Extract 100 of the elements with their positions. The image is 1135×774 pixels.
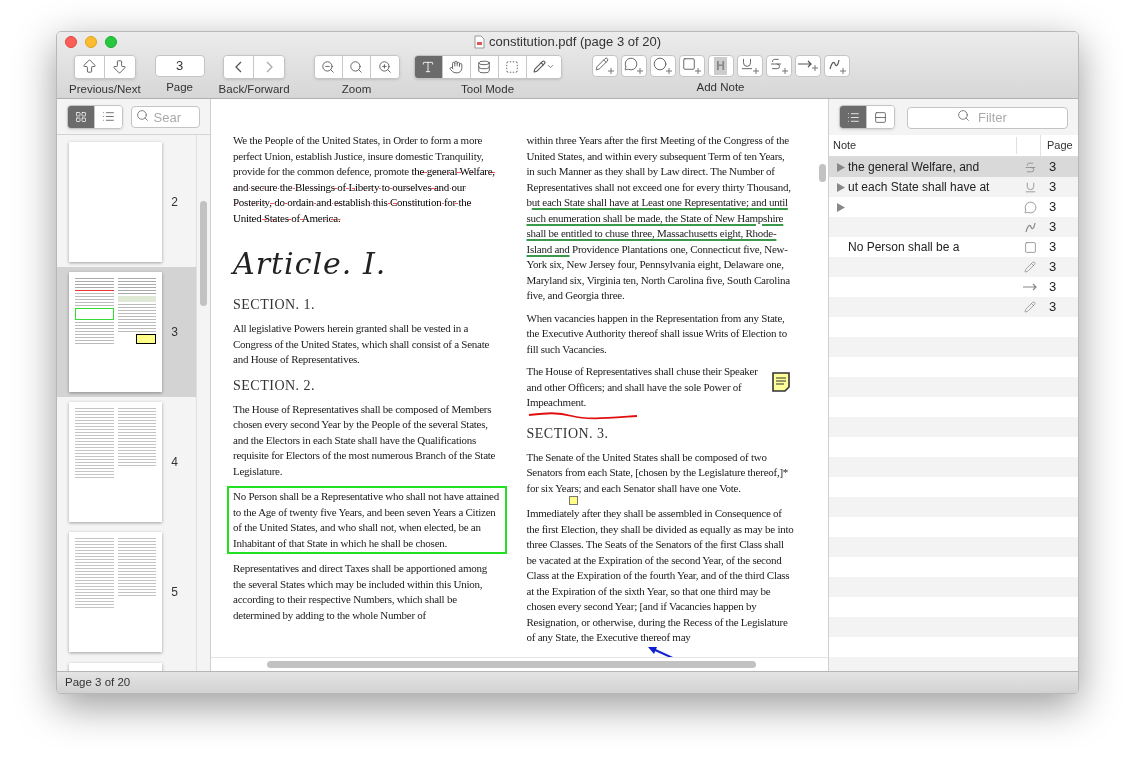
scrollbar-thumb[interactable] (267, 661, 756, 668)
list-icon (101, 110, 115, 123)
pdf-file-icon (474, 34, 485, 49)
column-header[interactable]: Note (829, 137, 1017, 154)
page-field[interactable]: 3 (154, 54, 205, 77)
strikethrough-icon (1023, 160, 1037, 174)
scrollbar-thumb[interactable] (819, 164, 826, 182)
filter-field[interactable]: Filter (907, 106, 1068, 129)
highlight-icon: H (714, 56, 727, 75)
squiggle-icon (827, 57, 846, 74)
paragraph: The House of Representatives shall chuse their Speaker and other Officers; and shall have the sole Power of Impeachment. (526, 364, 759, 410)
disclosure-triangle-icon[interactable] (837, 182, 845, 192)
pen-icon (595, 57, 615, 75)
rectangle-icon (682, 57, 702, 75)
add-note-button[interactable] (678, 54, 705, 77)
zoom-out-button[interactable] (314, 55, 343, 78)
page-thumbnail[interactable]: 4 (57, 397, 196, 527)
paragraph: We the People of the United States, in Order to form a more perfect Union, establish Justice, insure domestic Tranquility, provide for the common defence, promote the general Welfare, and secure the Blessings of Liberty to ourselves and our Posterity, do ordain and establish this Constitution for the United States of America. (233, 133, 496, 226)
squiggle-icon (1023, 220, 1037, 234)
list-view-button[interactable] (94, 105, 122, 128)
pencil-icon (1024, 301, 1036, 313)
outline-view-button[interactable] (840, 106, 867, 128)
page-number: 3 (1048, 278, 1057, 297)
forward-button[interactable] (254, 55, 285, 78)
group-label: Zoom (341, 81, 372, 97)
back-button[interactable] (224, 55, 255, 78)
window-title: constitution.pdf (page 3 of 20) (489, 33, 661, 52)
pencil-icon (1024, 261, 1036, 273)
grid-view-button[interactable] (68, 105, 95, 128)
page-number: 3 (1048, 198, 1057, 217)
add-note-button[interactable] (620, 54, 647, 77)
tool-mode-button[interactable] (526, 55, 561, 78)
paragraph: within three Years after the first Meeting of the Congress of the United States, and within every subsequent Term of ten Years, in such Manner as they shall by Law direct. The Number of Representatives shall not exceed one for every thirty Thousand, but each State shall have at Least one Representative; and until such enumeration shall be made, the State of New Hampshire shall be entitled to chuse three, Massachusetts eight, Rhode-Island and Providence Plantations one, Connecticut five, New-York six, New Jersey four, Pennsylvania eight, Delaware one, Maryland six, Virginia ten, North Carolina five, South Carolina five, and Georgia three. (526, 133, 792, 303)
page-number: 5 (171, 584, 178, 601)
page-thumbnail[interactable]: 3 (57, 267, 196, 397)
section-heading: SECTION. 1. (233, 296, 317, 314)
add-note-button[interactable] (591, 54, 618, 77)
previous-button[interactable] (74, 55, 105, 78)
zoom-fit-button[interactable] (342, 55, 371, 78)
note-row[interactable]: the general Welfare, and 3 (829, 157, 1078, 177)
group-label: Page (166, 79, 193, 95)
zoom-out-icon (321, 59, 336, 74)
page-number: 3 (171, 324, 178, 341)
group-label: Back/Forward (218, 81, 290, 97)
chevron-left-icon (235, 60, 243, 73)
page-number: 4 (171, 454, 178, 471)
section-heading: SECTION. 2. (233, 376, 317, 395)
paragraph: The House of Representatives shall be composed of Members chosen every second Year by the People of the several States, and the Electors in each State shall have the Qualifications requisite for Electors of the most numerous Branch of the State Legislature. (233, 401, 497, 479)
list-icon (846, 110, 860, 124)
disclosure-triangle-icon[interactable] (837, 162, 845, 172)
column-header[interactable]: Page (1041, 137, 1073, 154)
tool-mode-button[interactable] (442, 55, 471, 78)
add-note-button[interactable] (765, 54, 792, 77)
rows-view-button[interactable] (867, 106, 894, 128)
paragraph: Representatives and direct Taxes shall be apportioned among the several States which may be included within this Union, according to their respective Numbers, which shall be determined by adding to the whole Number of (233, 561, 488, 623)
page-number: 3 (1048, 258, 1057, 277)
page-number: 3 (1048, 218, 1057, 237)
paragraph: The Senate of the United States shall be composed of two Senators from each State, [chosen by the Legislature thereof,]* for six Years; and each Senator shall have one Vote. (526, 449, 790, 496)
paragraph: When vacancies happen in the Representation from any State, the Executive Authority thereof shall issue Writs of Election to fill such Vacancies. (526, 310, 788, 357)
minimize-button[interactable] (85, 35, 97, 48)
underline-icon (1023, 180, 1037, 194)
rows-icon (874, 110, 887, 124)
next-button[interactable] (104, 55, 135, 78)
group-label: Tool Mode (461, 81, 515, 97)
group-label: Previous/Next (69, 81, 141, 97)
tool-mode-button[interactable] (414, 55, 443, 78)
page-number: 3 (1048, 178, 1057, 197)
arrow-icon (797, 60, 818, 72)
close-button[interactable] (65, 35, 77, 48)
cylinder-icon (477, 59, 492, 74)
page-number: 3 (1048, 298, 1057, 317)
search-icon (957, 109, 970, 122)
paragraph: No Person shall be a Representative who shall not have attained to the Age of twenty five Years, and been seven Years a Citizen of the United States, and who shall not, when elected, be an Inhabitant of that State in which he shall be chosen. (227, 486, 507, 554)
add-note-button[interactable] (823, 54, 850, 77)
paragraph: Immediately after they shall be assembled in Consequence of the first Election, they shall be divided as equally as may be into three Classes. The Seats of the Senators of the first Class shall be vacated at the Expiration of the second Year, of the second Class at the Expiration of the fourth Year, and of the third Class at the Expiration of the sixth Year, so that one third may be chosen every second Year; [and if Vacancies happen by Resignation, or otherwise, during the Recess of the Legislature of any State, the Executive thereof may (526, 506, 794, 645)
chevron-right-icon (265, 60, 273, 73)
section-heading: SECTION. 3. (526, 424, 610, 443)
sticky-note-icon[interactable] (772, 372, 790, 392)
page-thumbnail[interactable]: 2 (57, 137, 196, 267)
magnifier-icon (349, 59, 364, 74)
page-number: 3 (1048, 158, 1057, 177)
page-thumbnail[interactable]: 5 (57, 527, 196, 657)
zoom-button[interactable] (105, 35, 117, 48)
page-number: 3 (1048, 238, 1057, 257)
underline-icon (740, 57, 760, 75)
add-note-button[interactable] (794, 54, 821, 77)
scrollbar-thumb[interactable] (200, 201, 207, 306)
dashed-square-icon (505, 59, 520, 74)
add-note-button[interactable] (736, 54, 763, 77)
paragraph: All legislative Powers herein granted shall be vested in a Congress of the United States, which shall consist of a Senate and House of Representatives. (233, 321, 491, 367)
speech-bubble-icon (624, 57, 644, 75)
disclosure-triangle-icon[interactable] (837, 202, 845, 212)
note-marker[interactable] (568, 496, 578, 505)
status-text: Page 3 of 20 (65, 674, 131, 690)
add-note-button[interactable] (649, 54, 676, 77)
up-arrow-icon (80, 58, 98, 76)
search-icon (135, 108, 149, 122)
zoom-in-button[interactable] (370, 55, 399, 78)
search-field[interactable]: Sear (130, 106, 200, 128)
tool-mode-button[interactable] (470, 55, 499, 78)
